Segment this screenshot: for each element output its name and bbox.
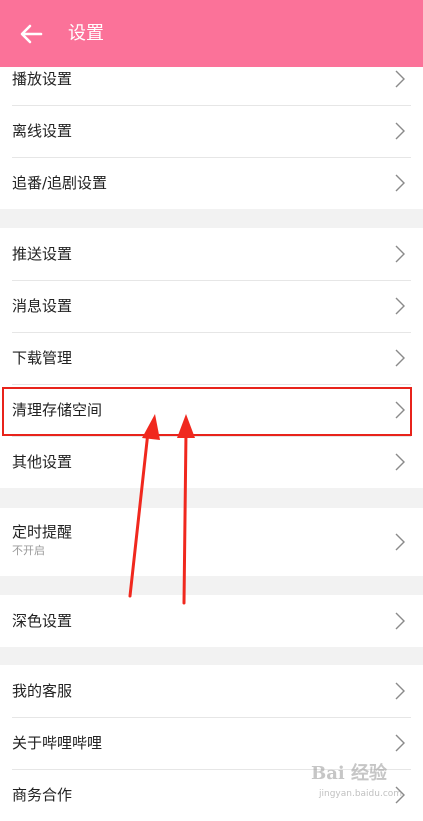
settings-item-offline[interactable]: 离线设置: [0, 105, 423, 157]
chevron-right-icon: [395, 245, 405, 263]
settings-group-playback: 播放设置 离线设置 追番/追剧设置: [0, 53, 423, 209]
chevron-right-icon: [395, 297, 405, 315]
chevron-right-icon: [395, 122, 405, 140]
chevron-right-icon: [395, 786, 405, 804]
settings-item-business[interactable]: 商务合作: [0, 769, 423, 821]
settings-item-label: 下载管理: [12, 349, 73, 367]
chevron-right-icon: [395, 349, 405, 367]
settings-item-label: 我的客服: [12, 682, 73, 700]
settings-item-label: 追番/追剧设置: [12, 174, 108, 192]
chevron-right-icon: [395, 70, 405, 88]
chevron-right-icon: [395, 174, 405, 192]
chevron-right-icon: [395, 453, 405, 471]
settings-group-dark: 深色设置: [0, 595, 423, 647]
settings-item-messages[interactable]: 消息设置: [0, 280, 423, 332]
settings-item-timed-reminder[interactable]: 定时提醒 不开启: [0, 508, 423, 576]
settings-group-about: 我的客服 关于哔哩哔哩 商务合作: [0, 665, 423, 821]
chevron-right-icon: [395, 612, 405, 630]
settings-item-about[interactable]: 关于哔哩哔哩: [0, 717, 423, 769]
settings-item-label: 其他设置: [12, 453, 73, 471]
arrow-left-icon[interactable]: [14, 17, 48, 51]
settings-item-label: 商务合作: [12, 786, 73, 804]
settings-item-label: 深色设置: [12, 612, 73, 630]
settings-group-general: 推送设置 消息设置 下载管理 清理存储空间 其他设置: [0, 228, 423, 488]
chevron-right-icon: [395, 682, 405, 700]
settings-item-label: 关于哔哩哔哩: [12, 734, 103, 752]
settings-item-dark-mode[interactable]: 深色设置: [0, 595, 423, 647]
settings-item-other[interactable]: 其他设置: [0, 436, 423, 488]
settings-item-clear-storage[interactable]: 清理存储空间: [0, 384, 423, 436]
settings-item-label: 清理存储空间: [12, 401, 103, 419]
settings-item-label: 推送设置: [12, 245, 73, 263]
settings-item-label: 离线设置: [12, 122, 73, 140]
chevron-right-icon: [395, 401, 405, 419]
settings-item-value: 不开启: [12, 544, 45, 557]
settings-item-push[interactable]: 推送设置: [0, 228, 423, 280]
chevron-right-icon: [395, 533, 405, 551]
settings-item-customer-service[interactable]: 我的客服: [0, 665, 423, 717]
header-extension: [0, 53, 423, 67]
settings-item-label: 定时提醒: [12, 523, 73, 541]
page-title: 设置: [68, 23, 104, 44]
settings-group-reminder: 定时提醒 不开启: [0, 508, 423, 576]
settings-item-follow[interactable]: 追番/追剧设置: [0, 157, 423, 209]
settings-item-label: 消息设置: [12, 297, 73, 315]
chevron-right-icon: [395, 734, 405, 752]
settings-item-downloads[interactable]: 下载管理: [0, 332, 423, 384]
